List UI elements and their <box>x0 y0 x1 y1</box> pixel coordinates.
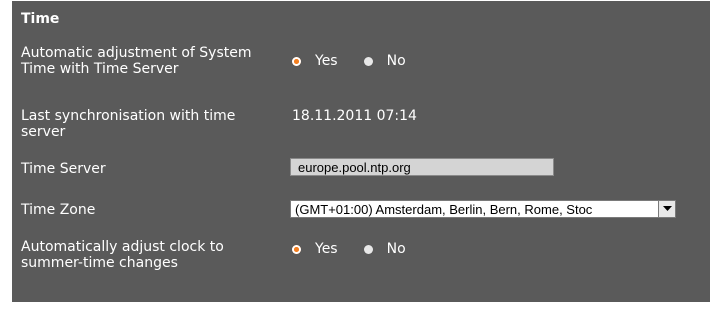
auto-adjust-radio-group: Yes No <box>292 53 432 69</box>
time-zone-label: Time Zone <box>21 202 96 218</box>
summer-time-no-label: No <box>386 241 406 257</box>
auto-adjust-yes-label: Yes <box>315 53 338 69</box>
time-zone-select[interactable]: (GMT+01:00) Amsterdam, Berlin, Bern, Rom… <box>290 200 676 218</box>
auto-adjust-label: Automatic adjustment of System Time with… <box>21 45 252 77</box>
last-sync-value: 18.11.2011 07:14 <box>292 108 417 124</box>
summer-time-yes-radio[interactable] <box>292 244 301 254</box>
auto-adjust-no-option[interactable]: No <box>363 53 406 69</box>
time-zone-selected-value: (GMT+01:00) Amsterdam, Berlin, Bern, Rom… <box>295 202 593 217</box>
time-settings-panel: Time Automatic adjustment of System Time… <box>12 1 710 302</box>
summer-time-yes-label: Yes <box>315 241 338 257</box>
last-sync-label: Last synchronisation with time server <box>21 108 236 140</box>
summer-time-radio-group: Yes No <box>292 241 432 257</box>
time-server-input[interactable]: europe.pool.ntp.org <box>290 158 554 176</box>
auto-adjust-no-radio[interactable] <box>363 56 373 66</box>
summer-time-label: Automatically adjust clock to summer-tim… <box>21 239 224 271</box>
summer-time-no-radio[interactable] <box>363 244 373 254</box>
time-server-label: Time Server <box>21 161 106 177</box>
chevron-down-icon[interactable] <box>658 201 675 217</box>
auto-adjust-yes-radio[interactable] <box>292 56 301 66</box>
auto-adjust-yes-option[interactable]: Yes <box>292 53 338 69</box>
auto-adjust-no-label: No <box>386 53 406 69</box>
summer-time-yes-option[interactable]: Yes <box>292 241 338 257</box>
section-title: Time <box>21 11 60 27</box>
page-frame: Time Automatic adjustment of System Time… <box>0 0 719 317</box>
summer-time-no-option[interactable]: No <box>363 241 406 257</box>
